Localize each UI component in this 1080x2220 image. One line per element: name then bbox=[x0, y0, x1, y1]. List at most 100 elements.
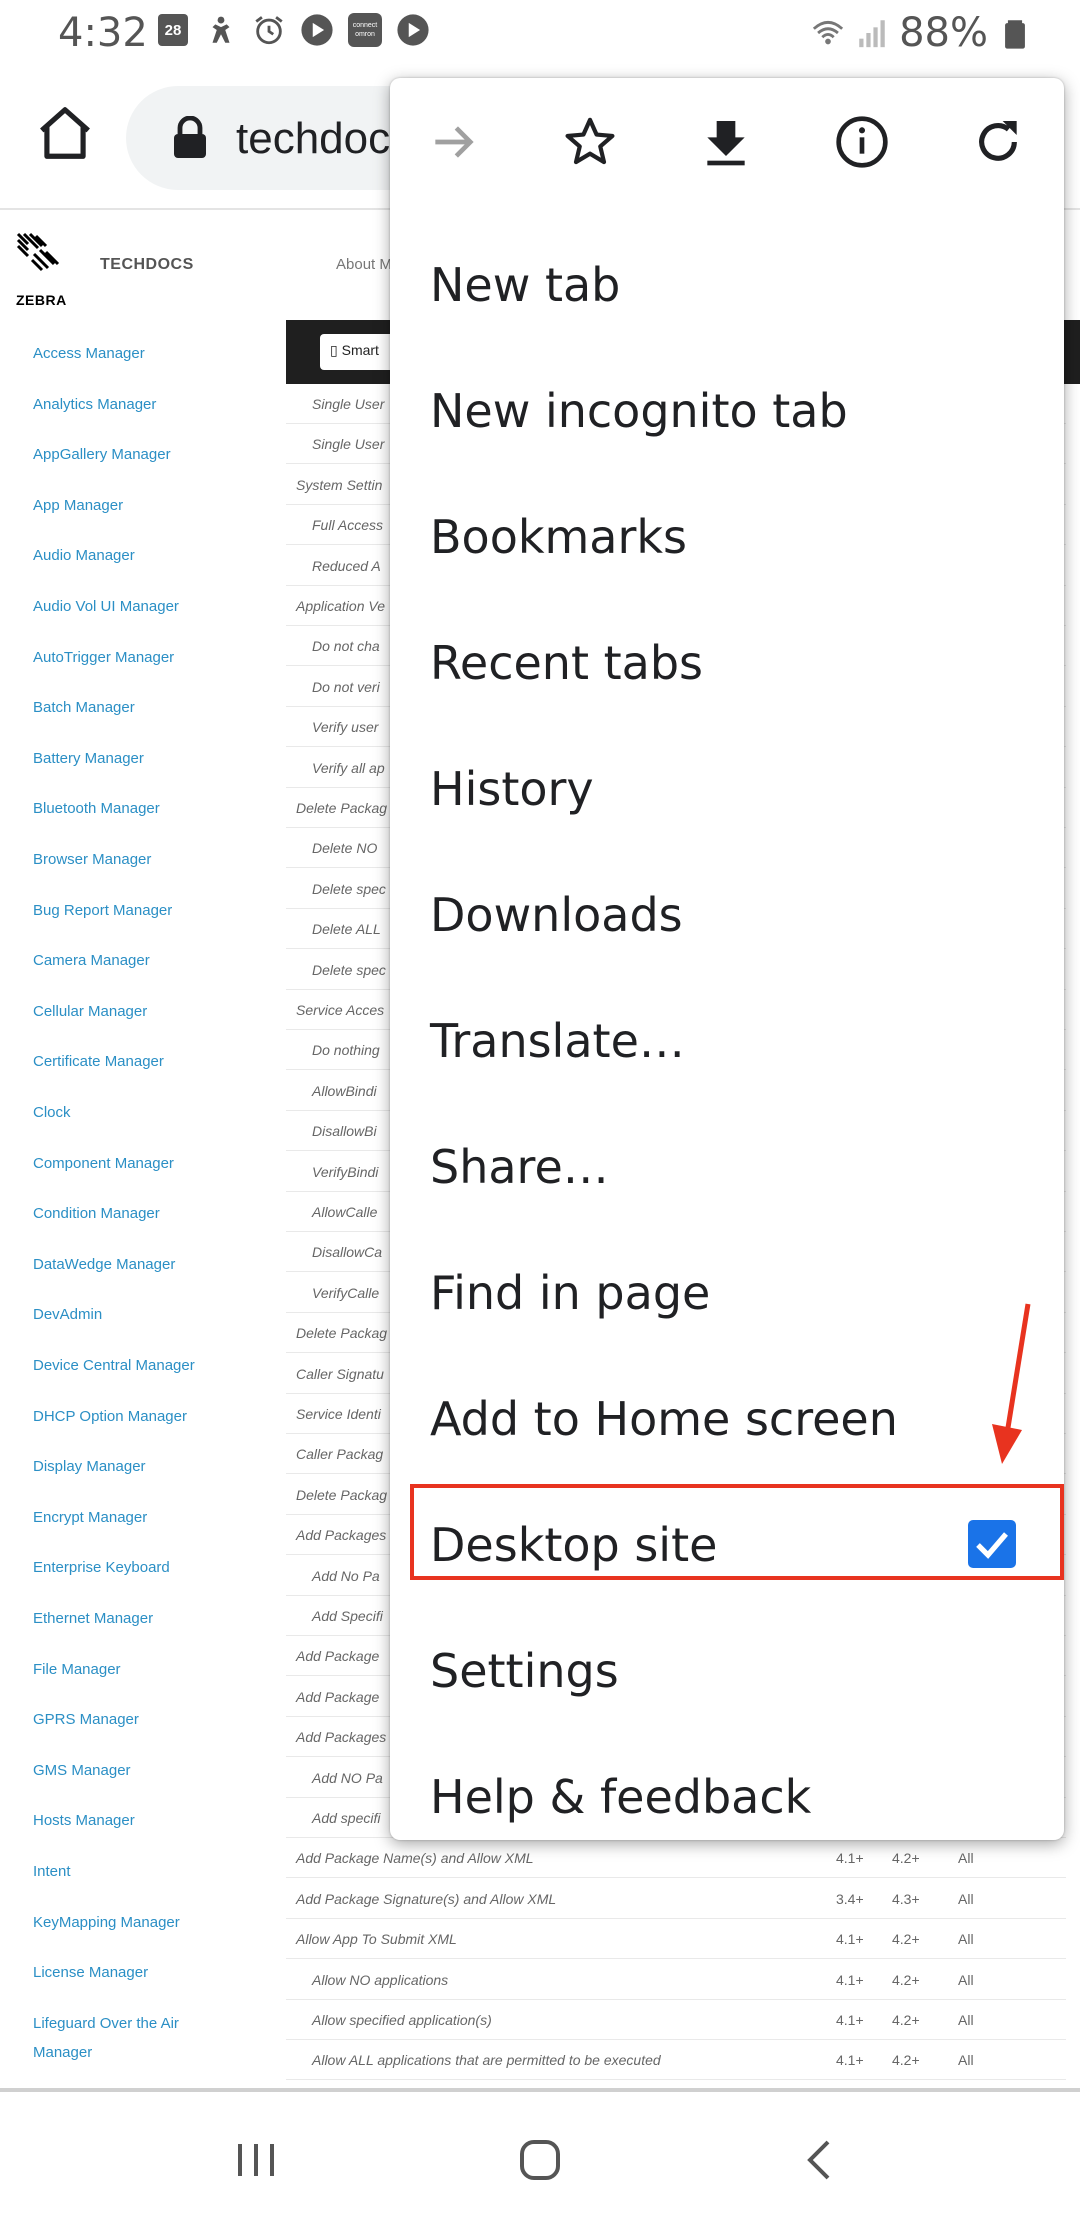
menu-item-label: Find in page bbox=[430, 1266, 711, 1320]
sidebar-item[interactable]: Clock bbox=[33, 1099, 253, 1127]
menu-item-label: Translate… bbox=[430, 1014, 685, 1068]
about-link[interactable]: About M bbox=[336, 256, 392, 273]
sidebar-item[interactable]: Analytics Manager bbox=[33, 391, 253, 419]
sidebar-item[interactable]: Hosts Manager bbox=[33, 1807, 253, 1835]
menu-item-history[interactable]: History bbox=[390, 726, 1064, 852]
sidebar-item[interactable]: Batch Manager bbox=[33, 694, 253, 722]
home-nav-icon[interactable] bbox=[510, 2130, 570, 2190]
menu-item-label: Downloads bbox=[430, 888, 683, 942]
menu-item-label: Settings bbox=[430, 1644, 619, 1698]
table-cell-c3: All bbox=[958, 2012, 974, 2028]
table-row-name: Single User bbox=[312, 436, 385, 453]
sidebar-item[interactable]: Certificate Manager bbox=[33, 1048, 253, 1076]
table-row-name: VerifyCalle bbox=[312, 1284, 380, 1301]
sidebar-item[interactable]: Bug Report Manager bbox=[33, 897, 253, 925]
info-icon[interactable] bbox=[834, 114, 890, 170]
table-cell-c2: 4.2+ bbox=[892, 2052, 920, 2069]
play-icon-2 bbox=[396, 12, 430, 48]
back-icon[interactable] bbox=[790, 2130, 850, 2190]
table-row-name: Single User bbox=[312, 396, 385, 412]
table-row-name: Verify user bbox=[312, 719, 379, 736]
menu-item-downloads[interactable]: Downloads bbox=[390, 852, 1064, 978]
table-row-name: DisallowCa bbox=[312, 1244, 383, 1261]
sidebar-item[interactable]: AutoTrigger Manager bbox=[33, 644, 253, 672]
table-row: Add Package Signature(s) and Allow XML 3.… bbox=[286, 1879, 1066, 1919]
table-cell-c1: 4.1+ bbox=[836, 1931, 864, 1948]
menu-item-help-feedback[interactable]: Help & feedback bbox=[390, 1734, 1064, 1860]
table-row-name: Do not veri bbox=[312, 678, 380, 695]
menu-item-share[interactable]: Share… bbox=[390, 1104, 1064, 1230]
sidebar-item[interactable]: Condition Manager bbox=[33, 1200, 253, 1228]
sidebar-item[interactable]: Display Manager bbox=[33, 1453, 253, 1481]
table-row-name: Service Identi bbox=[296, 1406, 381, 1422]
sidebar-item[interactable]: Browser Manager bbox=[33, 846, 253, 874]
download-icon[interactable] bbox=[698, 114, 754, 170]
smart-filter-chip[interactable]: ▯ Smart bbox=[320, 334, 400, 370]
menu-item-recent-tabs[interactable]: Recent tabs bbox=[390, 600, 1064, 726]
connect-app-icon: connect omron bbox=[348, 12, 382, 48]
sidebar-item[interactable]: GMS Manager bbox=[33, 1757, 253, 1785]
menu-item-find-in-page[interactable]: Find in page bbox=[390, 1230, 1064, 1356]
sidebar-item[interactable]: App Manager bbox=[33, 492, 253, 520]
sidebar-item[interactable]: Battery Manager bbox=[33, 745, 253, 773]
table-row-name: Verify all ap bbox=[312, 759, 385, 776]
sidebar-item[interactable]: Ethernet Manager bbox=[33, 1605, 253, 1633]
sidebar-item[interactable]: KeyMapping Manager bbox=[33, 1909, 253, 1937]
sidebar-item[interactable]: Cellular Manager bbox=[33, 998, 253, 1026]
menu-item-settings[interactable]: Settings bbox=[390, 1608, 1064, 1734]
sidebar-item[interactable]: Lifeguard Over the Air bbox=[33, 2010, 253, 2038]
home-icon[interactable] bbox=[34, 102, 96, 164]
sidebar-item[interactable]: DevAdmin bbox=[33, 1301, 253, 1329]
sidebar-item[interactable]: GPRS Manager bbox=[33, 1706, 253, 1734]
status-bar: 4:32 28 connect omron 88% bbox=[0, 0, 1080, 66]
table-row: Allow NO applications 4.1+ 4.2+ All bbox=[286, 1960, 1066, 2000]
sidebar-item[interactable]: License Manager bbox=[33, 1959, 253, 1987]
site-name[interactable]: TECHDOCS bbox=[100, 256, 194, 274]
sidebar-item[interactable]: AppGallery Manager bbox=[33, 441, 253, 469]
sidebar-item[interactable]: Audio Vol UI Manager bbox=[33, 593, 253, 621]
sidebar-item[interactable]: Camera Manager bbox=[33, 947, 253, 975]
page-bottom-divider bbox=[0, 2088, 1080, 2092]
system-status: 88% bbox=[811, 10, 1032, 56]
wifi-icon bbox=[811, 15, 845, 51]
recents-icon[interactable] bbox=[226, 2130, 286, 2190]
sidebar-item[interactable]: Intent bbox=[33, 1858, 253, 1886]
sidebar-item[interactable]: Encrypt Manager bbox=[33, 1504, 253, 1532]
sidebar-item[interactable]: DataWedge Manager bbox=[33, 1251, 253, 1279]
sidebar-item[interactable]: Audio Manager bbox=[33, 542, 253, 570]
zebra-logo-icon[interactable] bbox=[14, 230, 64, 280]
table-row-name: Add NO Pa bbox=[312, 1769, 383, 1786]
battery-percent: 88% bbox=[899, 10, 988, 56]
menu-item-label: Share… bbox=[430, 1140, 609, 1194]
table-row-name: Add Specifi bbox=[312, 1608, 383, 1624]
sidebar-item[interactable]: Device Central Manager bbox=[33, 1352, 253, 1380]
menu-item-add-to-home-screen[interactable]: Add to Home screen bbox=[390, 1356, 1064, 1482]
table-row-name: Do nothing bbox=[312, 1042, 380, 1059]
table-cell-c2: 4.2+ bbox=[892, 1971, 920, 1988]
menu-item-bookmarks[interactable]: Bookmarks bbox=[390, 474, 1064, 600]
menu-item-label: Recent tabs bbox=[430, 636, 703, 690]
sidebar-item[interactable]: Manager bbox=[33, 2039, 253, 2067]
menu-item-label: Bookmarks bbox=[430, 510, 687, 564]
lock-icon[interactable] bbox=[172, 115, 208, 160]
table-cell-c2: 4.2+ bbox=[892, 2012, 920, 2028]
table-row-name: Add Package bbox=[296, 1648, 380, 1665]
table-row-name: AllowBindi bbox=[312, 1082, 377, 1099]
refresh-icon[interactable] bbox=[970, 114, 1026, 170]
menu-item-new-incognito-tab[interactable]: New incognito tab bbox=[390, 348, 1064, 474]
sidebar-item[interactable]: Bluetooth Manager bbox=[33, 795, 253, 823]
menu-item-new-tab[interactable]: New tab bbox=[390, 222, 1064, 348]
table-row-name: Delete spec bbox=[312, 961, 386, 978]
table-row-name: Delete Packag bbox=[296, 1486, 388, 1503]
sidebar-item[interactable]: Enterprise Keyboard bbox=[33, 1554, 253, 1582]
sidebar-item[interactable]: File Manager bbox=[33, 1656, 253, 1684]
menu-item-translate[interactable]: Translate… bbox=[390, 978, 1064, 1104]
forward-icon[interactable] bbox=[426, 114, 482, 170]
alarm-icon bbox=[252, 12, 286, 48]
star-icon[interactable] bbox=[562, 114, 618, 170]
sidebar-item[interactable]: Access Manager bbox=[33, 340, 253, 368]
table-cell-c3: All bbox=[958, 1890, 974, 1907]
sidebar-item[interactable]: Component Manager bbox=[33, 1150, 253, 1178]
table-row-name: Application Ve bbox=[296, 598, 385, 614]
sidebar-item[interactable]: DHCP Option Manager bbox=[33, 1403, 253, 1431]
